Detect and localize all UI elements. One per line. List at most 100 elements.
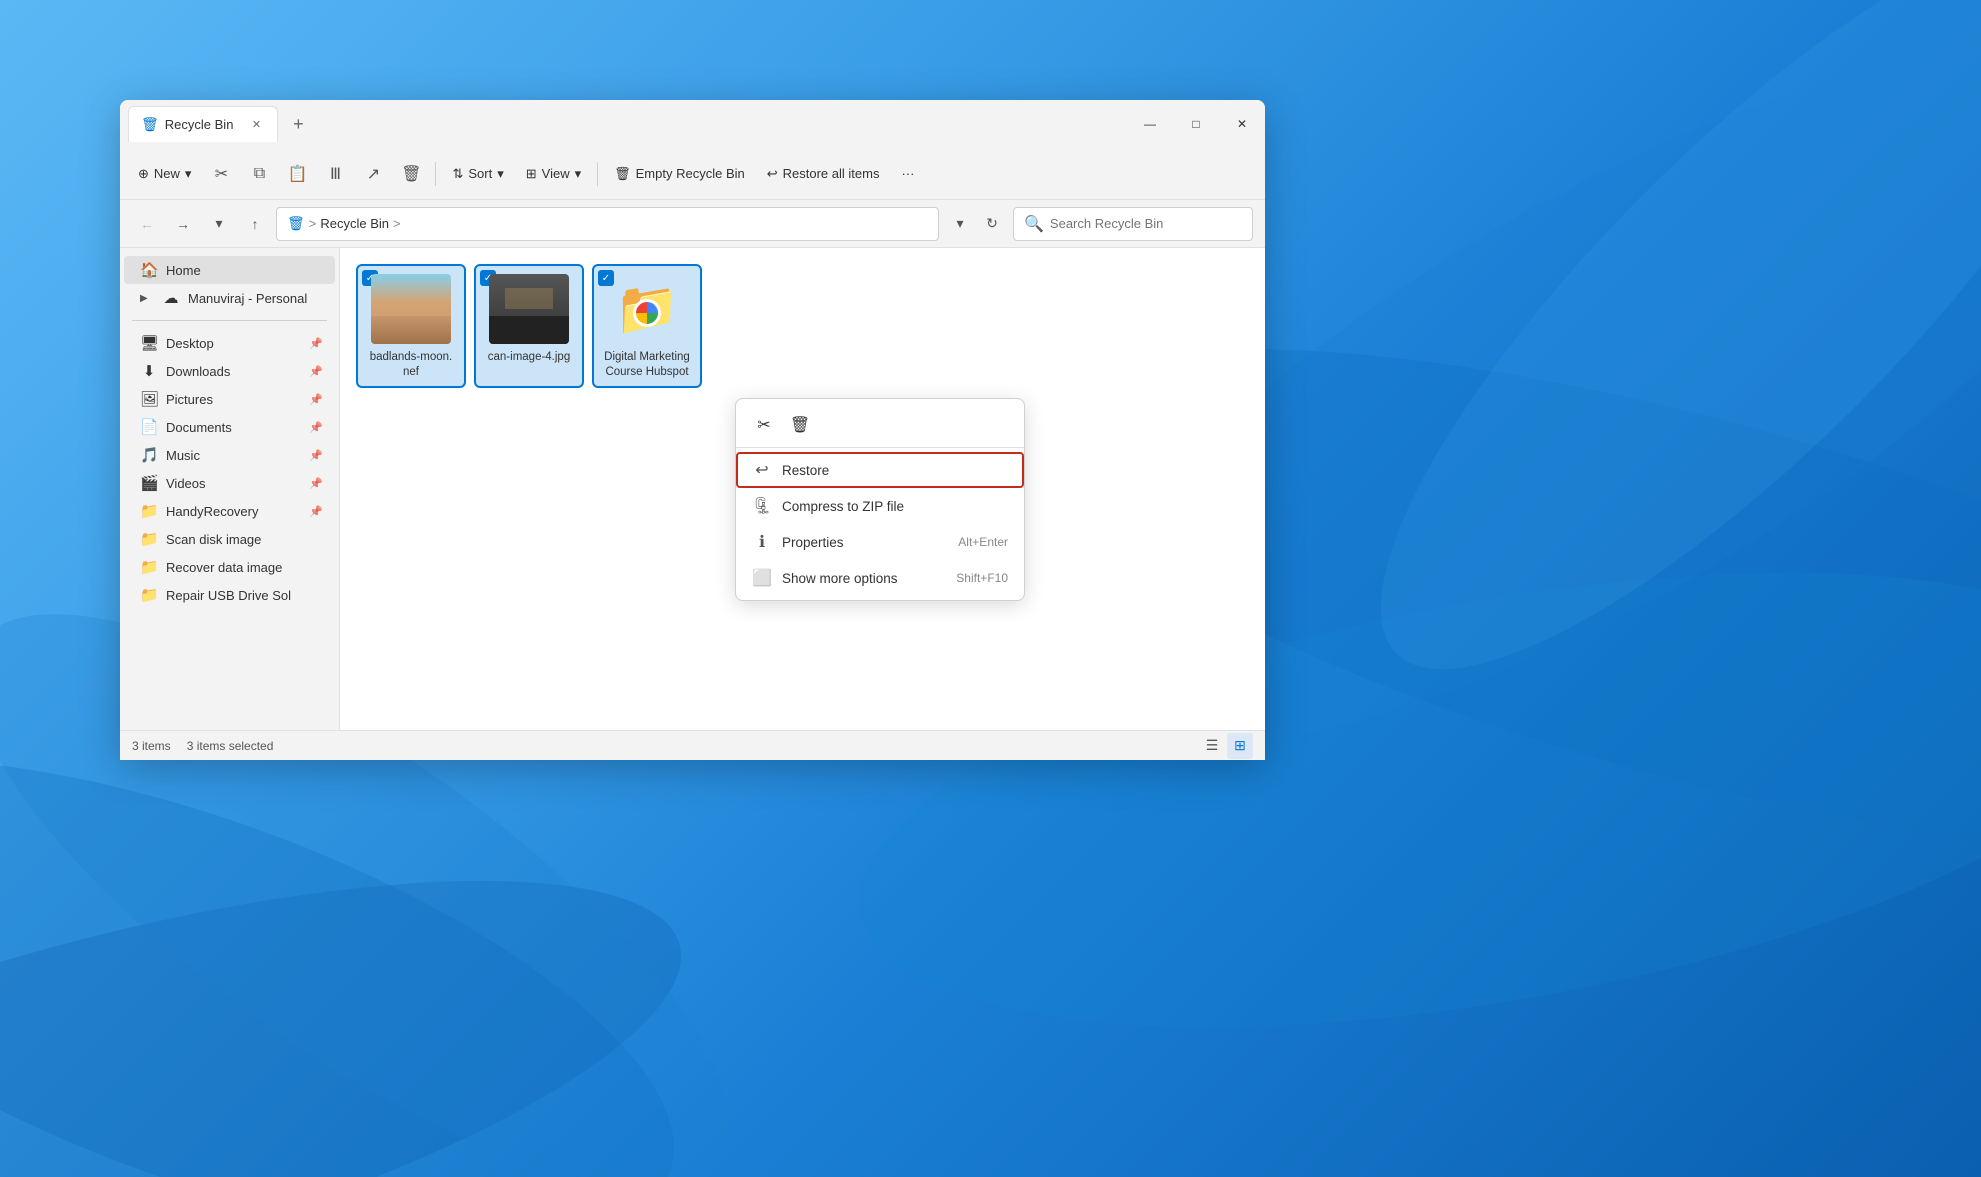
file-item-1[interactable]: ✓ badlands-moon.nef (356, 264, 466, 388)
recycle-bin-tab-icon: 🗑 (141, 116, 159, 133)
sidebar-home-label: Home (166, 263, 201, 278)
sidebar-item-desktop[interactable]: 🖥 Desktop 📌 (124, 329, 335, 357)
up-button[interactable]: ↑ (240, 209, 270, 239)
ctx-properties-label: Properties (782, 535, 844, 550)
sidebar-item-handyrecovery[interactable]: 📁 HandyRecovery 📌 (124, 497, 335, 525)
sidebar-item-videos[interactable]: 🎬 Videos 📌 (124, 469, 335, 497)
new-arrow-icon: ▾ (185, 166, 192, 182)
new-tab-button[interactable]: + (282, 108, 314, 140)
sidebar-item-repair-usb[interactable]: 📁 Repair USB Drive Sol (124, 581, 335, 609)
view-label: View (542, 166, 570, 181)
repair-usb-icon: 📁 (140, 586, 158, 604)
sidebar-item-downloads[interactable]: ⬇ Downloads 📌 (124, 357, 335, 385)
videos-pin-icon: 📌 (309, 477, 323, 490)
file-explorer-window: 🗑 Recycle Bin ✕ + — □ ✕ ⊕ New ▾ ✂ ⧉ 📋 Ⅲ … (120, 100, 1265, 760)
toolbar-separator-2 (597, 162, 598, 186)
cloud-icon: ☁ (162, 289, 180, 307)
delete-button[interactable]: 🗑 (393, 156, 429, 192)
urban-thumbnail (489, 274, 569, 344)
sidebar-item-recover-data[interactable]: 📁 Recover data image (124, 553, 335, 581)
recover-data-icon: 📁 (140, 558, 158, 576)
paste-button[interactable]: 📋 (279, 156, 315, 192)
list-view-button[interactable]: ☰ (1199, 733, 1225, 759)
ctx-restore-item[interactable]: ↩ Restore (736, 452, 1024, 488)
sort-label: Sort (468, 166, 492, 181)
new-button[interactable]: ⊕ New ▾ (128, 156, 201, 192)
downloads-icon: ⬇ (140, 362, 158, 380)
grid-view-button[interactable]: ⊞ (1227, 733, 1253, 759)
address-dropdown-button[interactable]: ▾ (945, 209, 975, 239)
sidebar-videos-label: Videos (166, 476, 206, 491)
ctx-cut-button[interactable]: ✂ (748, 409, 780, 441)
forward-button[interactable]: → (168, 209, 198, 239)
item-count: 3 items (132, 739, 171, 753)
refresh-button[interactable]: ↻ (977, 209, 1007, 239)
file-grid: ✓ badlands-moon.nef ✓ can-image-4.jpg (356, 264, 1249, 388)
path-separator-1: > (309, 216, 317, 231)
active-tab[interactable]: 🗑 Recycle Bin ✕ (128, 106, 278, 142)
sidebar-item-home[interactable]: 🏠 Home (124, 256, 335, 284)
view-toggle: ☰ ⊞ (1199, 733, 1253, 759)
sidebar-item-cloud[interactable]: ▶ ☁ Manuviraj - Personal (124, 284, 335, 312)
sidebar: 🏠 Home ▶ ☁ Manuviraj - Personal 🖥 Deskto… (120, 248, 340, 730)
more-icon: ··· (901, 166, 914, 181)
ctx-properties-item[interactable]: ℹ Properties Alt+Enter (736, 524, 1024, 560)
empty-bin-icon: 🗑 (614, 166, 631, 182)
sidebar-item-music[interactable]: 🎵 Music 📌 (124, 441, 335, 469)
address-actions: ▾ ↻ (945, 209, 1007, 239)
ctx-compress-item[interactable]: 🗜 Compress to ZIP file (736, 488, 1024, 524)
ctx-restore-label: Restore (782, 463, 829, 478)
file-name-1: badlands-moon.nef (370, 350, 452, 380)
search-input[interactable] (1050, 216, 1242, 231)
sort-button[interactable]: ⇅ Sort ▾ (442, 156, 513, 192)
sidebar-desktop-label: Desktop (166, 336, 214, 351)
back-button[interactable]: ← (132, 209, 162, 239)
sidebar-scan-disk-label: Scan disk image (166, 532, 261, 547)
more-options-button[interactable]: ··· (891, 156, 924, 192)
path-separator-2: > (393, 216, 401, 231)
tab-close-button[interactable]: ✕ (247, 116, 265, 134)
desktop-icon: 🖥 (140, 334, 158, 352)
status-bar: 3 items 3 items selected ☰ ⊞ (120, 730, 1265, 760)
path-root-icon: 🗑 (287, 215, 305, 232)
cut-button[interactable]: ✂ (203, 156, 239, 192)
pictures-icon: 🖼 (140, 390, 158, 408)
recent-locations-button[interactable]: ▾ (204, 209, 234, 239)
downloads-pin-icon: 📌 (309, 365, 323, 378)
show-more-icon: ⬜ (752, 568, 772, 588)
copy-button[interactable]: ⧉ (241, 156, 277, 192)
sidebar-handyrecovery-label: HandyRecovery (166, 504, 259, 519)
context-menu-top-actions: ✂ 🗑 (736, 403, 1024, 448)
sidebar-item-pictures[interactable]: 🖼 Pictures 📌 (124, 385, 335, 413)
file-item-3[interactable]: ✓ 📁 Digital MarketingCourse Hubspot (592, 264, 702, 388)
rename-button[interactable]: Ⅲ (317, 156, 353, 192)
sort-arrow-icon: ▾ (497, 166, 504, 182)
empty-bin-label: Empty Recycle Bin (636, 166, 745, 181)
address-path[interactable]: 🗑 > Recycle Bin > (276, 207, 939, 241)
music-icon: 🎵 (140, 446, 158, 464)
show-more-shortcut: Shift+F10 (956, 571, 1008, 585)
view-button[interactable]: ⊞ View ▾ (516, 156, 591, 192)
videos-icon: 🎬 (140, 474, 158, 492)
maximize-button[interactable]: □ (1173, 108, 1219, 140)
file-item-2[interactable]: ✓ can-image-4.jpg (474, 264, 584, 388)
share-button[interactable]: ↗ (355, 156, 391, 192)
ctx-compress-label: Compress to ZIP file (782, 499, 904, 514)
restore-all-button[interactable]: ↩ Restore all items (757, 156, 890, 192)
handyrecovery-icon: 📁 (140, 502, 158, 520)
ctx-show-more-item[interactable]: ⬜ Show more options Shift+F10 (736, 560, 1024, 596)
empty-recycle-bin-button[interactable]: 🗑 Empty Recycle Bin (604, 156, 755, 192)
sidebar-item-documents[interactable]: 📄 Documents 📌 (124, 413, 335, 441)
minimize-button[interactable]: — (1127, 108, 1173, 140)
search-box[interactable]: 🔍 (1013, 207, 1253, 241)
desktop-pin-icon: 📌 (309, 337, 323, 350)
close-button[interactable]: ✕ (1219, 108, 1265, 140)
sidebar-cloud-label: Manuviraj - Personal (188, 291, 307, 306)
properties-shortcut: Alt+Enter (958, 535, 1008, 549)
file-checkbox-3: ✓ (598, 270, 614, 286)
toolbar: ⊕ New ▾ ✂ ⧉ 📋 Ⅲ ↗ 🗑 ⇅ Sort ▾ ⊞ View ▾ 🗑 … (120, 148, 1265, 200)
file-name-3: Digital MarketingCourse Hubspot (604, 350, 690, 380)
sidebar-item-scan-disk[interactable]: 📁 Scan disk image (124, 525, 335, 553)
ctx-delete-button[interactable]: 🗑 (784, 409, 816, 441)
sidebar-repair-usb-label: Repair USB Drive Sol (166, 588, 291, 603)
